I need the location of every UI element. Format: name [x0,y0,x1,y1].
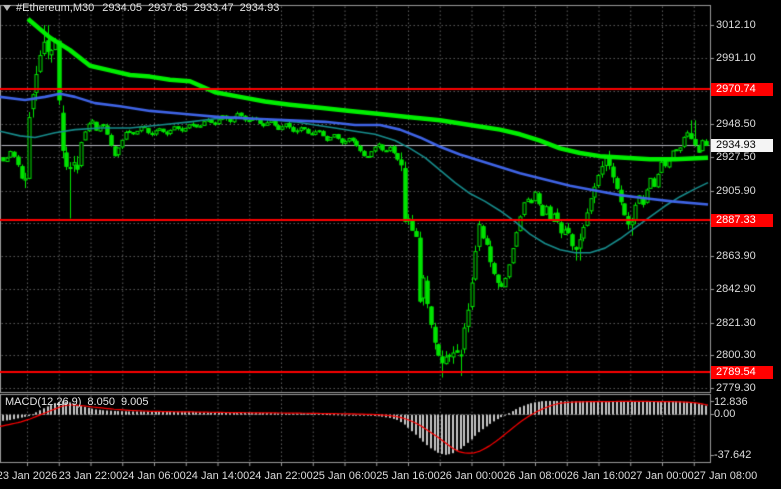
trading-chart-window: #Ethereum,M30 2934.052937.852933.472934.… [0,0,781,489]
chart-canvas[interactable] [0,0,781,489]
